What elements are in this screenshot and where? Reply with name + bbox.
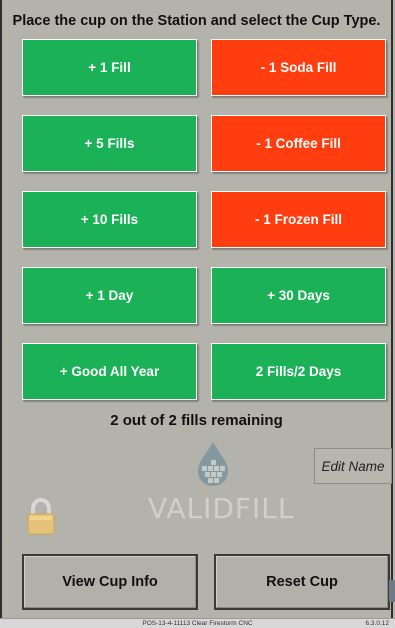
minus-1-soda-fill-button[interactable]: - 1 Soda Fill	[211, 39, 386, 96]
plus-5-fills-button[interactable]: + 5 Fills	[22, 115, 197, 172]
plus-1-day-button[interactable]: + 1 Day	[22, 267, 197, 324]
version-text: 6.3.0.12	[365, 620, 390, 627]
validfill-logo-icon	[198, 442, 228, 486]
fills-remaining-text: 2 out of 2 fills remaining	[110, 412, 283, 429]
minus-1-frozen-fill-button[interactable]: - 1 Frozen Fill	[211, 191, 386, 248]
plus-10-fills-button[interactable]: + 10 Fills	[22, 191, 197, 248]
main-panel: Place the cup on the Station and select …	[0, 0, 393, 618]
lock-icon[interactable]	[24, 497, 58, 537]
reset-cup-button[interactable]: Reset Cup	[214, 554, 390, 610]
edit-name-button[interactable]: Edit Name	[314, 448, 392, 484]
minus-1-coffee-fill-button[interactable]: - 1 Coffee Fill	[211, 115, 386, 172]
instruction-text: Place the cup on the Station and select …	[12, 13, 381, 29]
view-cup-info-button[interactable]: View Cup Info	[22, 554, 198, 610]
plus-good-all-year-button[interactable]: + Good All Year	[22, 343, 197, 400]
logo-text: VALIDFILL	[148, 492, 295, 525]
station-id-text: POS-13-4-11113 Clear Firestorm CNC	[142, 620, 253, 627]
side-panel-tab[interactable]	[389, 580, 395, 602]
plus-30-days-button[interactable]: + 30 Days	[211, 267, 386, 324]
status-bar: POS-13-4-11113 Clear Firestorm CNC 6.3.0…	[0, 618, 395, 628]
plus-1-fill-button[interactable]: + 1 Fill	[22, 39, 197, 96]
two-fills-two-days-button[interactable]: 2 Fills/2 Days	[211, 343, 386, 400]
validfill-logo: VALIDFILL	[148, 440, 295, 530]
